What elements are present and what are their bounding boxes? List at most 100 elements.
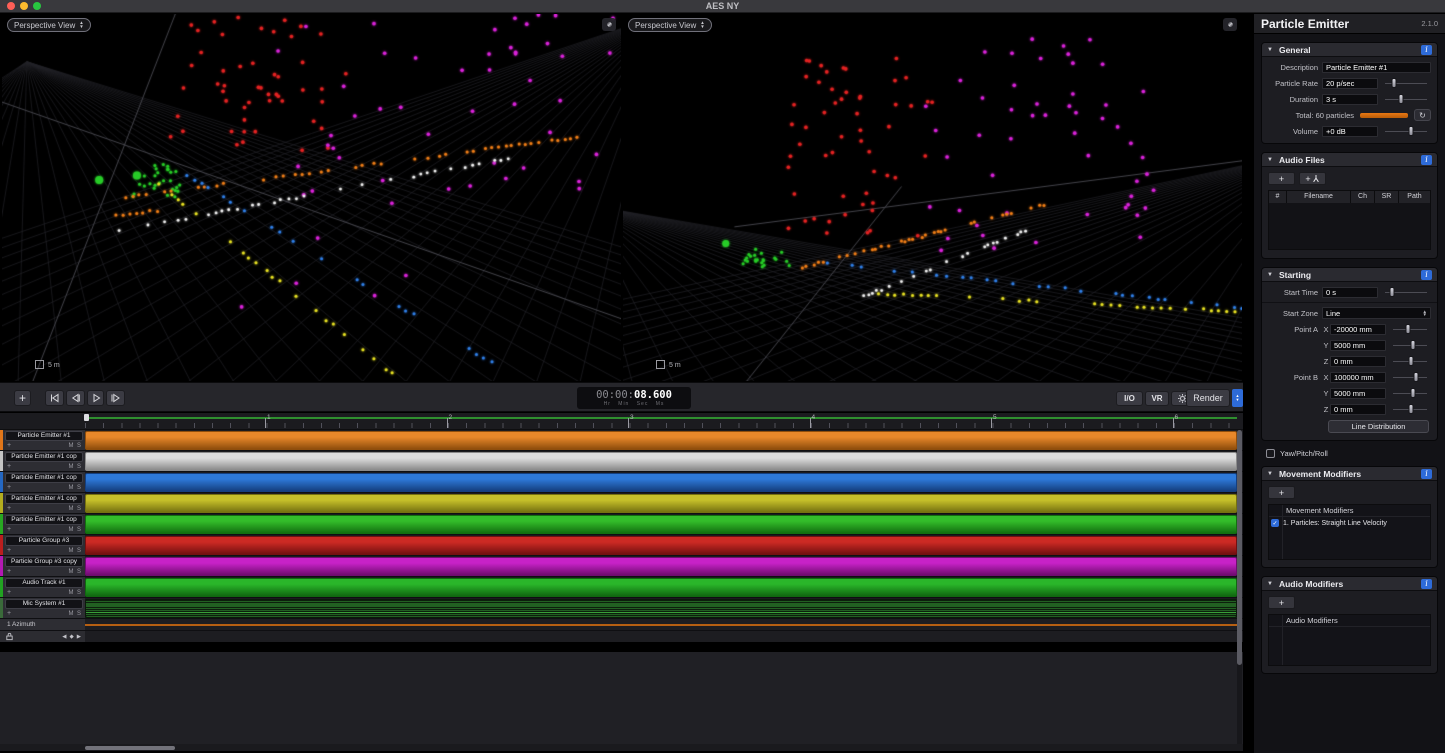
viewport-right-canvas[interactable] [623,14,1242,381]
start-time-slider[interactable] [1385,287,1427,298]
volume-field[interactable]: +0 dB [1322,126,1378,137]
track-mute-button[interactable]: M [67,590,75,596]
add-track-button[interactable]: + [14,390,31,406]
slider-thumb[interactable] [1411,388,1416,398]
io-button[interactable]: I/O [1116,391,1143,406]
expand-viewport-button[interactable] [1223,18,1237,31]
fast-forward-button[interactable] [106,390,125,406]
track-add-button[interactable]: + [7,590,11,596]
add-audio-modifier-button[interactable]: + [1268,596,1295,609]
section-movement-modifiers-header[interactable]: ▼ Movement Modifiers i [1262,467,1437,481]
track-mute-button[interactable]: M [67,527,75,533]
track-header[interactable]: Particle Emitter #1 cop + M S [0,493,85,513]
track-add-button[interactable]: + [7,569,11,575]
point-a-z-slider[interactable] [1393,356,1427,367]
info-button[interactable]: i [1421,579,1432,589]
disclosure-triangle-icon[interactable]: ▼ [1267,581,1273,587]
prev-keyframe-button[interactable]: ◀ [62,634,66,640]
slider-thumb[interactable] [1413,372,1418,382]
start-zone-dropdown[interactable]: Line ▲▼ [1322,307,1431,319]
viewport-left[interactable]: Perspective View ▲▼ 5 m [2,14,621,381]
line-distribution-button[interactable]: Line Distribution [1328,420,1429,433]
track-add-button[interactable]: + [7,464,11,470]
track-solo-button[interactable]: S [75,464,83,470]
slider-thumb[interactable] [1408,404,1413,414]
timeline-clip[interactable] [85,431,1237,450]
slider-thumb[interactable] [1408,356,1413,366]
viewport-left-canvas[interactable] [2,14,621,381]
column-header[interactable]: Filename [1287,191,1351,203]
view-selector-left[interactable]: Perspective View ▲▼ [7,18,91,32]
track-name-field[interactable]: Particle Emitter #1 cop [5,473,83,483]
point-b-x-slider[interactable] [1393,372,1427,383]
section-audio-files-header[interactable]: ▼ Audio Files i [1262,153,1437,167]
viewport-right[interactable]: Perspective View ▲▼ 5 m [623,14,1242,381]
rewind-button[interactable] [66,390,85,406]
automation-curve[interactable] [85,624,1237,626]
horizontal-scrollbar-thumb[interactable] [85,746,175,750]
timeline-clip[interactable] [85,452,1237,471]
slider-thumb[interactable] [1405,324,1410,334]
next-keyframe-button[interactable]: ▶ [77,634,81,640]
refresh-button[interactable]: ↻ [1414,109,1431,121]
automation-label[interactable]: 1 Azimuth [0,619,85,630]
column-header[interactable]: SR [1375,191,1399,203]
timeline-clip[interactable] [85,536,1237,555]
add-audio-file-multi-button[interactable]: + [1299,172,1326,185]
track-add-button[interactable]: + [7,611,11,617]
track-solo-button[interactable]: S [75,443,83,449]
modifier-enabled-checkbox[interactable]: ✓ [1271,519,1279,527]
point-b-z-slider[interactable] [1393,404,1427,415]
add-audio-file-button[interactable]: + [1268,172,1295,185]
track-solo-button[interactable]: S [75,569,83,575]
timeline-clip[interactable] [85,494,1237,513]
track-add-button[interactable]: + [7,443,11,449]
track-add-button[interactable]: + [7,485,11,491]
volume-slider[interactable] [1385,126,1427,137]
timeline-ruler[interactable]: 123456 [0,413,1243,430]
play-button[interactable] [87,390,104,406]
horizontal-scrollbar[interactable] [0,744,1243,751]
description-field[interactable]: Particle Emitter #1 [1322,62,1431,73]
track-solo-button[interactable]: S [75,548,83,554]
slider-thumb[interactable] [1398,94,1403,104]
info-button[interactable]: i [1421,155,1432,165]
track-name-field[interactable]: Particle Group #3 copy [5,557,83,567]
timeline-clip[interactable] [85,578,1237,597]
track-name-field[interactable]: Particle Emitter #1 cop [5,494,83,504]
slider-thumb[interactable] [1409,126,1414,136]
yaw-pitch-roll-checkbox[interactable] [1266,449,1275,458]
slider-thumb[interactable] [1411,340,1416,350]
track-solo-button[interactable]: S [75,485,83,491]
column-header[interactable]: Path [1399,191,1430,203]
expand-viewport-button[interactable] [602,18,616,31]
point-a-z-field[interactable]: 0 mm [1330,356,1386,367]
track-header[interactable]: Particle Group #3 copy + M S [0,556,85,576]
view-selector-right[interactable]: Perspective View ▲▼ [628,18,712,32]
vr-button[interactable]: VR [1145,391,1169,406]
audio-files-table-body[interactable] [1269,203,1430,249]
render-options-button[interactable]: ▲▼ [1232,389,1243,407]
point-a-x-slider[interactable] [1393,324,1427,335]
slider-thumb[interactable] [1390,287,1395,297]
track-header[interactable]: Mic System #1 + M S [0,598,85,618]
particle-rate-slider[interactable] [1385,78,1427,89]
add-keyframe-button[interactable]: ◆ [70,634,74,640]
track-mute-button[interactable]: M [67,443,75,449]
point-b-z-field[interactable]: 0 mm [1330,404,1386,415]
track-name-field[interactable]: Audio Track #1 [5,578,83,588]
track-name-field[interactable]: Particle Emitter #1 [5,431,83,441]
automation-lane[interactable] [85,619,1243,630]
movement-modifier-item[interactable]: ✓ 1. Particles: Straight Line Velocity [1269,517,1430,529]
track-mute-button[interactable]: M [67,506,75,512]
track-solo-button[interactable]: S [75,506,83,512]
column-header[interactable]: Ch [1351,191,1375,203]
info-button[interactable]: i [1421,270,1432,280]
column-header[interactable]: # [1269,191,1287,203]
info-button[interactable]: i [1421,45,1432,55]
track-header[interactable]: Particle Emitter #1 cop + M S [0,514,85,534]
track-mute-button[interactable]: M [67,569,75,575]
track-header[interactable]: Particle Emitter #1 cop + M S [0,451,85,471]
track-add-button[interactable]: + [7,506,11,512]
track-header[interactable]: Audio Track #1 + M S [0,577,85,597]
